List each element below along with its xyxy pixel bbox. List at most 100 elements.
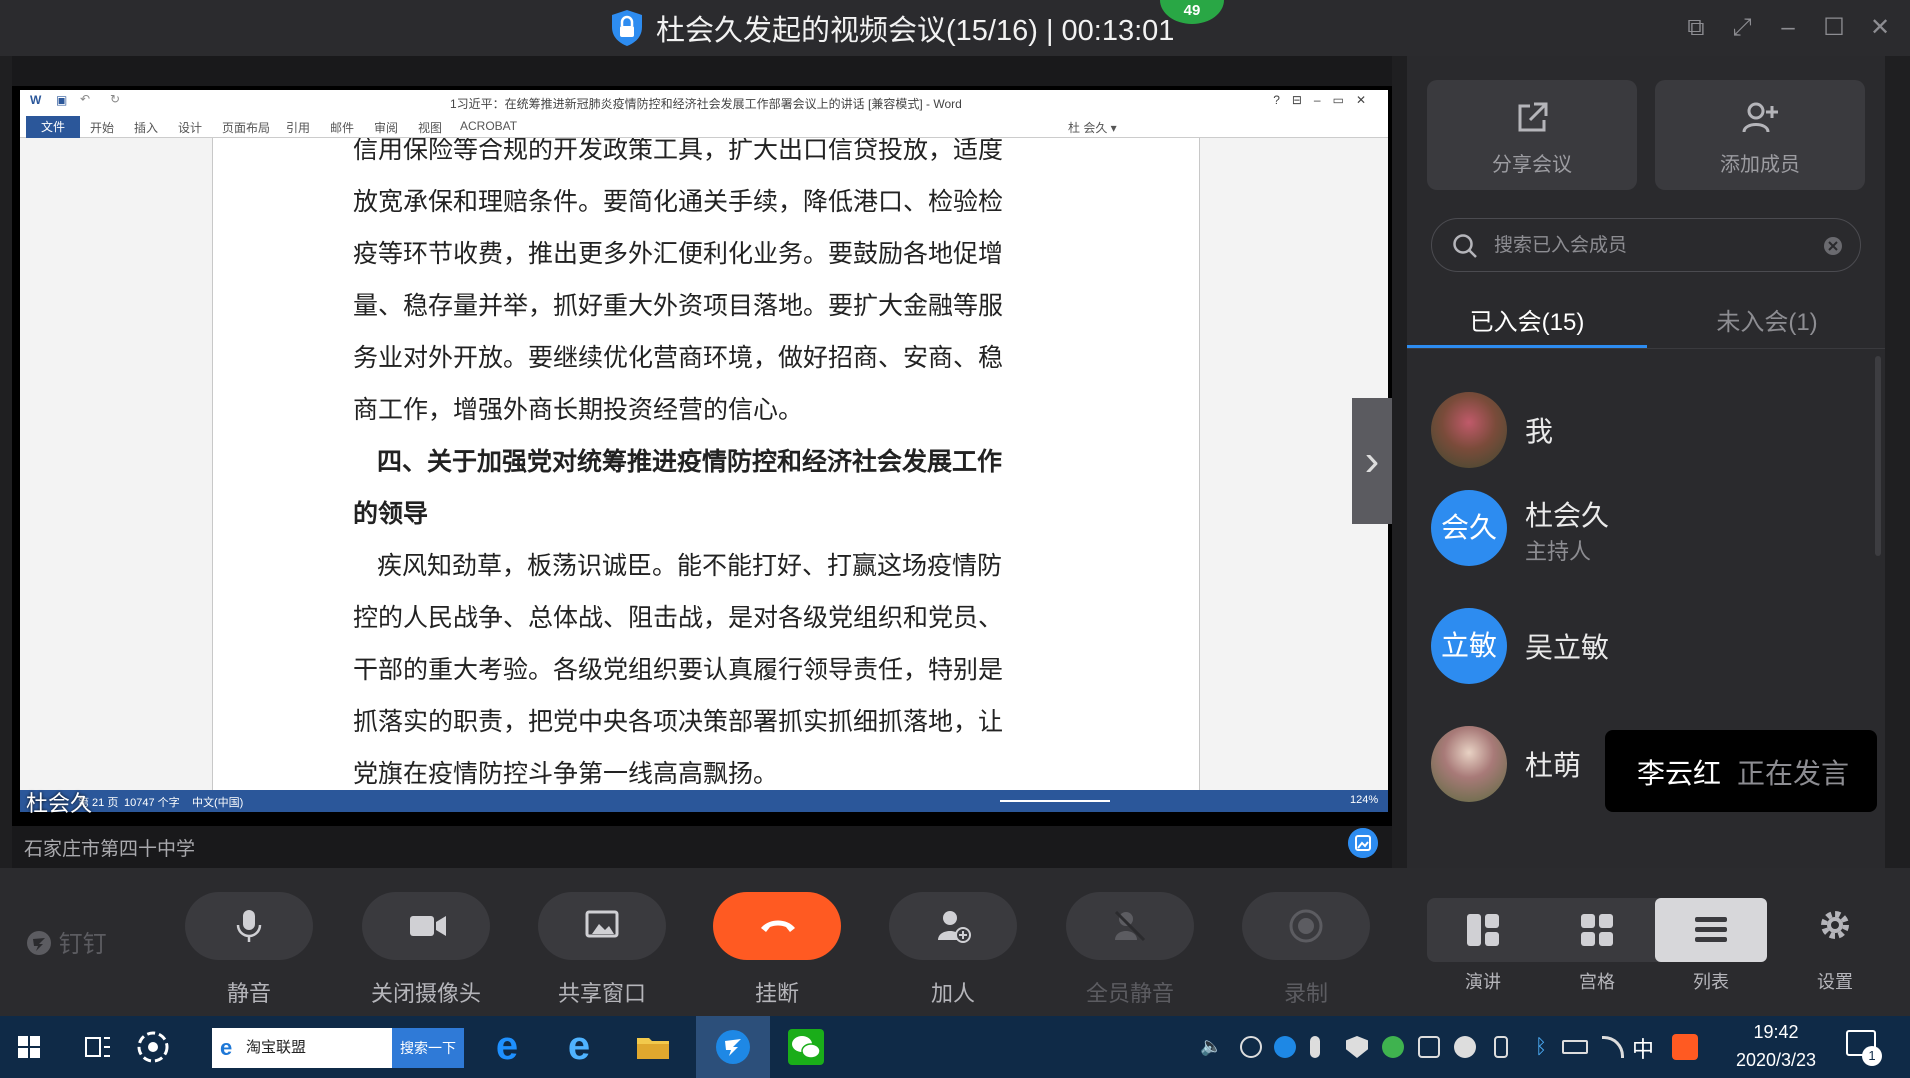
share-meeting-button[interactable]: 分享会议 <box>1427 80 1637 190</box>
security-shield-icon[interactable] <box>1346 1036 1368 1058</box>
ribbon-tab: 设计 <box>178 121 203 135</box>
chevron-right-icon[interactable]: › <box>1352 398 1392 524</box>
bluetooth-icon[interactable]: ᛒ <box>1530 1036 1552 1058</box>
internet-explorer-icon[interactable]: e <box>558 1026 600 1068</box>
settings-button[interactable] <box>1800 908 1870 947</box>
tray-monitor-icon[interactable] <box>1418 1036 1440 1058</box>
mute-all-button[interactable]: 全员静音 <box>1066 892 1194 1008</box>
doc-line: 疾风知劲草，板荡识诚臣。能不能打好、打赢这场疫情防 <box>377 551 1003 580</box>
speaking-indicator: 李云红 正在发言 <box>1605 730 1877 812</box>
wechat-icon[interactable] <box>785 1026 827 1068</box>
share-window-button[interactable]: 共享窗口 <box>538 892 666 1008</box>
dingtalk-taskbar-icon[interactable] <box>712 1026 754 1068</box>
brand-name: 钉钉 <box>58 931 107 958</box>
fullscreen-icon[interactable]: ⤢ <box>1728 14 1756 42</box>
search-icon <box>1453 234 1477 258</box>
taskbar-search-button[interactable]: 搜索一下 <box>392 1028 464 1068</box>
hangup-label: 挂断 <box>754 981 799 1006</box>
view-speaker-label: 演讲 <box>1465 972 1501 992</box>
lock-icon <box>612 10 642 46</box>
ribbon-tab: 审阅 <box>374 121 399 135</box>
task-view-icon[interactable] <box>78 1026 120 1068</box>
view-grid-label: 宫格 <box>1579 972 1615 992</box>
dingtalk-tray-icon[interactable] <box>1274 1036 1296 1058</box>
add-person-label: 加人 <box>930 981 975 1006</box>
member-row[interactable]: 立敏 吴立敏 <box>1431 608 1851 688</box>
doc-line: 抓落实的职责，把党中央各项决策部署抓实抓细抓落地，让 <box>353 707 1004 736</box>
member-search[interactable] <box>1431 218 1861 272</box>
maximize-icon[interactable]: ☐ <box>1820 14 1848 42</box>
speaker-layout-icon <box>1467 914 1499 946</box>
tray-green-icon[interactable] <box>1382 1036 1404 1058</box>
word-user-name: 杜 会久 ▾ <box>1068 121 1117 135</box>
mute-button[interactable]: 静音 <box>185 892 313 1008</box>
hangup-button[interactable]: 挂断 <box>713 892 841 1008</box>
record-button[interactable]: 录制 <box>1242 892 1370 1008</box>
close-icon[interactable]: ✕ <box>1866 14 1894 42</box>
wifi-icon[interactable] <box>1602 1036 1624 1058</box>
wechat-tray-icon[interactable] <box>1454 1036 1476 1058</box>
add-person-circle <box>889 892 1017 960</box>
doc-line: 干部的重大考验。各级党组织要认真履行领导责任，特别是 <box>353 655 1004 684</box>
ribbon-tab: 邮件 <box>330 121 355 135</box>
clock-time[interactable]: 19:42 <box>1726 1022 1826 1043</box>
share-window-circle <box>538 892 666 960</box>
notification-count: 1 <box>1862 1046 1882 1066</box>
avatar <box>1431 392 1507 468</box>
ribbon-tab-file: 文件 <box>26 116 80 138</box>
doc-line: 疫等环节收费，推出更多外汇便利化业务。要鼓励各地促增 <box>353 239 1004 268</box>
tray-app-icon[interactable] <box>1240 1036 1262 1058</box>
word-icon: W <box>30 93 42 107</box>
clear-icon[interactable] <box>1822 235 1844 257</box>
add-member-label: 添加成员 <box>1720 154 1800 176</box>
member-row[interactable]: 我 <box>1431 392 1851 472</box>
ribbon-tab: 开始 <box>90 121 115 135</box>
pinwheel-app-icon[interactable] <box>132 1026 174 1068</box>
float-window-icon[interactable]: ⧉ <box>1682 14 1710 42</box>
member-name: 我 <box>1525 416 1554 447</box>
taskbar-search-input[interactable]: e 淘宝联盟 <box>212 1028 392 1068</box>
doc-line: 党旗在疫情防控斗争第一线高高飘扬。 <box>353 759 779 788</box>
windows-start-icon[interactable] <box>8 1026 50 1068</box>
doc-line: 控的人民战争、总体战、阻击战，是对各级党组织和党员、 <box>353 603 1004 632</box>
word-document-title: 1习近平：在统筹推进新冠肺炎疫情防控和经济社会发展工作部署会议上的讲话 [兼容模… <box>450 97 962 111</box>
camera-icon <box>410 916 446 936</box>
view-list-label: 列表 <box>1693 972 1729 992</box>
input-method-indicator[interactable]: 中 <box>1632 1032 1654 1064</box>
view-speaker-button[interactable] <box>1427 898 1539 962</box>
clock-date[interactable]: 2020/3/23 <box>1716 1050 1836 1071</box>
tray-orange-app-icon[interactable] <box>1672 1034 1698 1060</box>
zoom-slider <box>1000 800 1110 802</box>
pip-icon[interactable] <box>1348 828 1378 858</box>
add-user-icon <box>1742 102 1778 133</box>
member-name: 吴立敏 <box>1525 632 1610 663</box>
microphone-tray-icon[interactable] <box>1310 1036 1320 1058</box>
tab-joined[interactable]: 已入会(15) <box>1407 292 1647 348</box>
ie-small-icon: e <box>220 1035 233 1060</box>
member-role: 主持人 <box>1525 539 1592 564</box>
minimize-icon[interactable]: – <box>1774 14 1802 42</box>
usb-icon[interactable] <box>1494 1036 1508 1058</box>
member-search-input[interactable] <box>1494 231 1814 261</box>
battery-icon[interactable] <box>1562 1040 1588 1054</box>
view-grid-button[interactable] <box>1541 898 1653 962</box>
member-name: 杜萌 <box>1525 750 1582 781</box>
share-source-label: 石家庄市第四十中学 <box>24 839 196 860</box>
meeting-title-group: 杜会久发起的视频会议(15/16) | 00:13:01 <box>610 8 1174 48</box>
record-circle <box>1242 892 1370 960</box>
word-status-bar: 第 21 页 10747 个字 中文(中国) 124% <box>20 790 1388 812</box>
add-member-button[interactable]: 添加成员 <box>1655 80 1865 190</box>
record-icon <box>1289 909 1323 943</box>
file-explorer-icon[interactable] <box>632 1026 674 1068</box>
doc-line: 商工作，增强外商长期投资经营的信心。 <box>353 395 804 424</box>
ribbon-tab: 页面布局 <box>222 121 271 135</box>
tab-not-joined-label: 未入会(1) <box>1716 309 1818 336</box>
volume-icon[interactable]: 🔈 <box>1200 1036 1222 1058</box>
tab-not-joined[interactable]: 未入会(1) <box>1647 292 1887 348</box>
camera-off-button[interactable]: 关闭摄像头 <box>362 892 490 1008</box>
view-list-button[interactable] <box>1655 898 1767 962</box>
member-row[interactable]: 会久 杜会久 主持人 <box>1431 490 1851 570</box>
add-person-button[interactable]: 加人 <box>889 892 1017 1008</box>
scrollbar[interactable] <box>1875 356 1881 556</box>
edge-icon[interactable]: e <box>486 1026 528 1068</box>
